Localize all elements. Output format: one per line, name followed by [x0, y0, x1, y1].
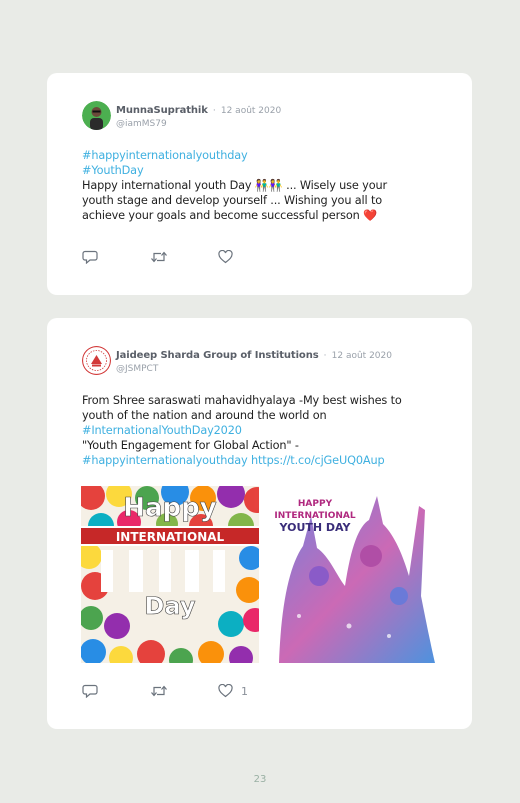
url-link[interactable]: https://t.co/cjGeUQ0Aup [251, 454, 385, 467]
tweet-text: #happyinternationalyouthday #YouthDay Ha… [82, 148, 427, 223]
retweet-button[interactable] [150, 250, 218, 264]
tweet-text: From Shree saraswati mahavidhyalaya -My … [82, 393, 427, 468]
tweet-card-1: MunnaSuprathik · 12 août 2020 @iamMS79 #… [47, 73, 472, 295]
hashtag-link[interactable]: #happyinternationalyouthday [82, 148, 427, 163]
tweet-actions: 1 [82, 684, 286, 698]
image-title-youth-day: YOUTH DAY [279, 521, 352, 534]
separator: · [323, 351, 327, 361]
avatar[interactable] [82, 101, 111, 130]
hashtag-link[interactable]: #InternationalYouthDay2020 [82, 423, 427, 438]
reply-icon [82, 250, 98, 264]
tweet-actions [82, 250, 286, 264]
heart-icon [218, 250, 233, 264]
tweet-header: MunnaSuprathik · 12 août 2020 @iamMS79 [82, 101, 281, 131]
author-name[interactable]: Jaideep Sharda Group of Institutions [116, 350, 319, 361]
youth-day-image-left[interactable]: Happy INTERNATIONAL Day [81, 486, 259, 663]
separator: · [212, 106, 216, 116]
like-button[interactable] [218, 250, 286, 264]
like-count: 1 [241, 684, 248, 698]
reply-button[interactable] [82, 684, 150, 698]
image-title-day: Day [144, 592, 195, 620]
text-line: From Shree saraswati mahavidhyalaya -My … [82, 394, 402, 407]
image-title-happy: HAPPY [298, 499, 333, 509]
retweet-icon [151, 251, 167, 263]
reply-icon [82, 684, 98, 698]
like-button[interactable]: 1 [218, 684, 286, 698]
text-line: youth of the nation and around the world… [82, 409, 327, 422]
avatar[interactable] [82, 346, 111, 375]
text-line: youth stage and develop yourself ... Wis… [82, 194, 383, 207]
author-handle[interactable]: @iamMS79 [116, 118, 281, 131]
youth-day-image-right[interactable]: HAPPY INTERNATIONAL YOUTH DAY [259, 486, 435, 663]
hashtag-link[interactable]: #happyinternationalyouthday [82, 454, 248, 467]
author-handle[interactable]: @JSMPCT [116, 363, 392, 376]
text-line: Happy international youth Day 👫👫 ... Wis… [82, 179, 387, 192]
page-number: 23 [253, 774, 267, 785]
hashtag-link[interactable]: #YouthDay [82, 163, 427, 178]
retweet-button[interactable] [150, 684, 218, 698]
image-title-happy: Happy [123, 493, 217, 523]
author-name[interactable]: MunnaSuprathik [116, 105, 208, 116]
tweet-date[interactable]: 12 août 2020 [332, 351, 392, 361]
tweet-media[interactable]: Happy INTERNATIONAL Day HAPPY INTERNATIO… [81, 486, 435, 663]
image-title-international: INTERNATIONAL [116, 530, 225, 544]
reply-button[interactable] [82, 250, 150, 264]
retweet-icon [151, 685, 167, 697]
tweet-date[interactable]: 12 août 2020 [221, 106, 281, 116]
text-line: "Youth Engagement for Global Action" - [82, 439, 299, 452]
tweet-card-2: Jaideep Sharda Group of Institutions · 1… [47, 318, 472, 729]
image-title-international: INTERNATIONAL [274, 511, 356, 521]
text-line: achieve your goals and become successful… [82, 209, 377, 222]
heart-icon [218, 684, 233, 698]
tweet-header: Jaideep Sharda Group of Institutions · 1… [82, 346, 392, 376]
